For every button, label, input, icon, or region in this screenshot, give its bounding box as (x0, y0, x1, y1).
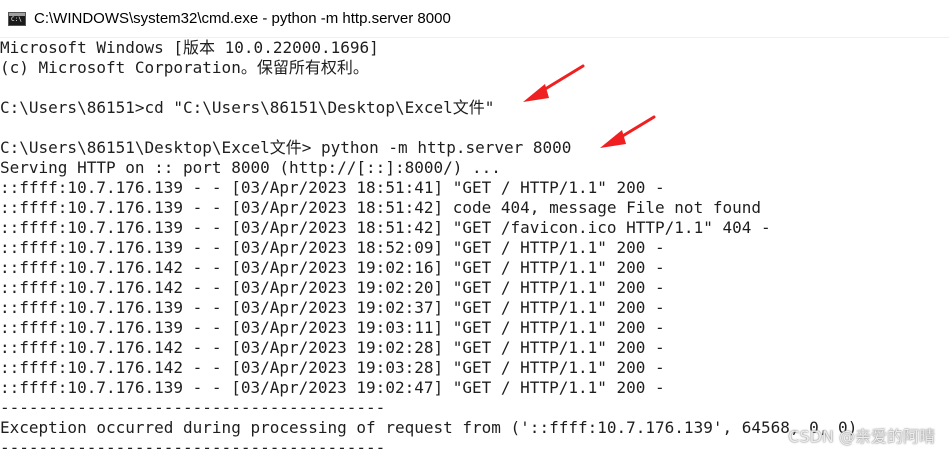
console-line: ::ffff:10.7.176.139 - - [03/Apr/2023 19:… (0, 378, 665, 397)
watermark: CSDN @亲爱的阿晴 (788, 427, 935, 446)
window-title: C:\WINDOWS\system32\cmd.exe - python -m … (34, 10, 451, 27)
console-line: ::ffff:10.7.176.142 - - [03/Apr/2023 19:… (0, 338, 665, 357)
console-line: Microsoft Windows [版本 10.0.22000.1696] (0, 38, 379, 57)
console-line: ---------------------------------------- (0, 398, 386, 417)
console-line: ::ffff:10.7.176.139 - - [03/Apr/2023 18:… (0, 218, 771, 237)
console-output[interactable]: Microsoft Windows [版本 10.0.22000.1696] (… (0, 38, 949, 455)
console-line: ::ffff:10.7.176.139 - - [03/Apr/2023 18:… (0, 198, 761, 217)
console-line: Serving HTTP on :: port 8000 (http://[::… (0, 158, 501, 177)
console-line: ::ffff:10.7.176.142 - - [03/Apr/2023 19:… (0, 278, 665, 297)
cmd-icon (8, 11, 26, 26)
console-line: C:\Users\86151\Desktop\Excel文件> python -… (0, 138, 572, 157)
title-bar[interactable]: C:\WINDOWS\system32\cmd.exe - python -m … (0, 0, 949, 38)
console-line: C:\Users\86151>cd "C:\Users\86151\Deskto… (0, 98, 495, 117)
cmd-window: C:\WINDOWS\system32\cmd.exe - python -m … (0, 0, 949, 455)
console-line: ::ffff:10.7.176.139 - - [03/Apr/2023 18:… (0, 178, 665, 197)
console-line: ::ffff:10.7.176.139 - - [03/Apr/2023 18:… (0, 238, 665, 257)
console-line: ::ffff:10.7.176.142 - - [03/Apr/2023 19:… (0, 258, 665, 277)
console-line: (c) Microsoft Corporation。保留所有权利。 (0, 58, 369, 77)
console-line: ::ffff:10.7.176.142 - - [03/Apr/2023 19:… (0, 358, 665, 377)
console-line: ::ffff:10.7.176.139 - - [03/Apr/2023 19:… (0, 318, 665, 337)
console-line: ::ffff:10.7.176.139 - - [03/Apr/2023 19:… (0, 298, 665, 317)
